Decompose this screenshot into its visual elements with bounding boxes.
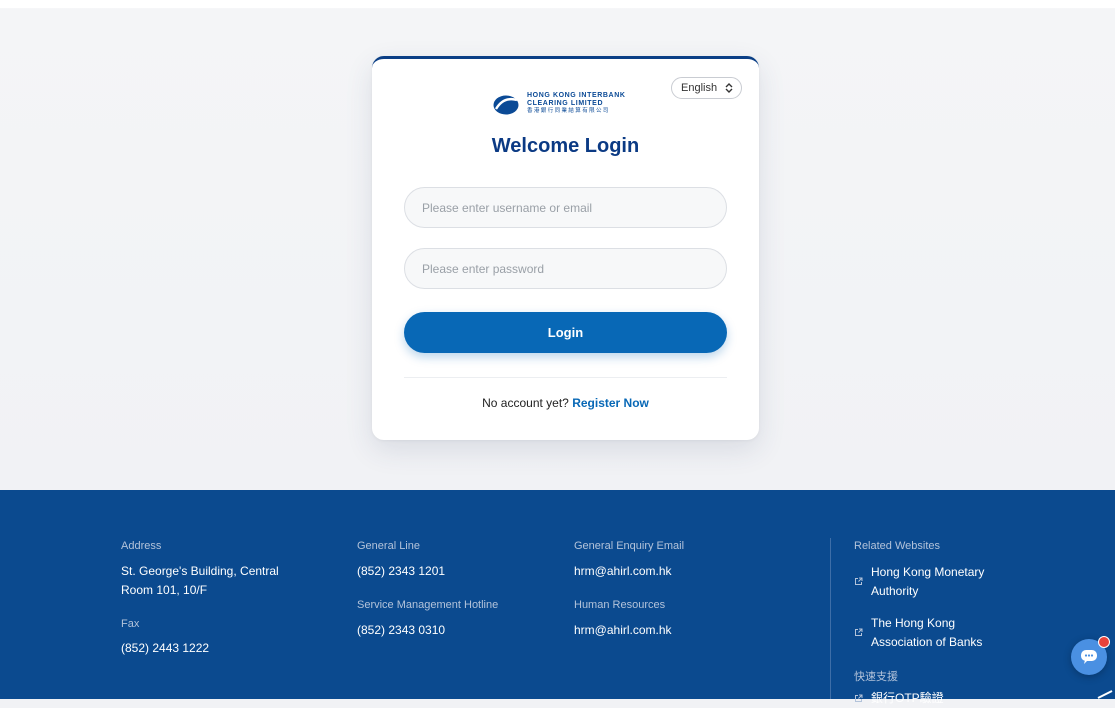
corner-arrow-icon <box>1097 690 1113 699</box>
external-link-icon <box>855 577 863 585</box>
notification-badge-icon <box>1098 636 1110 648</box>
related-link-hkab-line1: The Hong Kong <box>871 616 956 630</box>
quick-support-label: 快速支援 <box>854 671 898 683</box>
hotline-value: (852) 2343 0310 <box>357 623 446 637</box>
address-line-2: Room 101, 10/F <box>121 583 208 597</box>
page-title: Welcome Login <box>491 135 640 157</box>
logo-line-2: CLEARING LIMITED <box>527 100 604 107</box>
logo-text: HONG KONG INTERBANK CLEARING LIMITED 香港銀… <box>527 92 657 115</box>
hkicl-logo: HONG KONG INTERBANK CLEARING LIMITED 香港銀… <box>493 92 643 120</box>
no-account-text: No account yet? <box>482 396 569 410</box>
address-label: Address <box>121 540 162 552</box>
username-input[interactable] <box>404 187 727 228</box>
related-link-hkab-line2: Association of Banks <box>871 635 983 649</box>
enquiry-email-value[interactable]: hrm@ahirl.com.hk <box>574 562 672 581</box>
related-link-hkma-line1: Hong Kong Monetary <box>871 565 985 579</box>
login-button[interactable]: Login <box>404 312 727 353</box>
language-select-value: English <box>681 82 718 94</box>
fax-value: (852) 2443 1222 <box>121 641 210 655</box>
footer-divider <box>830 538 831 699</box>
register-prompt: No account yet? Register Now <box>372 396 759 410</box>
hotline-label: Service Management Hotline <box>357 599 499 611</box>
address-line-1: St. George's Building, Central <box>121 564 279 578</box>
general-line-value: (852) 2343 1201 <box>357 564 446 578</box>
login-card: HONG KONG INTERBANK CLEARING LIMITED 香港銀… <box>372 56 759 440</box>
chat-icon <box>1081 650 1097 664</box>
password-input[interactable] <box>404 248 727 289</box>
hr-value[interactable]: hrm@ahirl.com.hk <box>574 621 672 640</box>
chevron-updown-icon <box>725 83 733 93</box>
footer: Address St. George's Building, Central R… <box>0 490 1115 705</box>
hkicl-logo-icon <box>493 95 519 115</box>
related-websites-label: Related Websites <box>854 540 941 552</box>
related-link-hkma-line2: Authority <box>871 584 919 598</box>
external-link-icon <box>855 628 863 636</box>
related-link-hkma[interactable]: Hong Kong Monetary Authority <box>871 563 984 601</box>
enquiry-email-label: General Enquiry Email <box>574 540 685 552</box>
chat-button[interactable] <box>1071 636 1110 675</box>
logo-line-3: 香港銀行同業結算有限公司 <box>527 108 610 114</box>
register-link[interactable]: Register Now <box>572 396 649 410</box>
hr-label: Human Resources <box>574 599 666 611</box>
logo-line-1: HONG KONG INTERBANK <box>527 92 626 99</box>
fax-label: Fax <box>121 618 140 630</box>
language-select[interactable]: English <box>671 77 742 99</box>
related-link-hkab[interactable]: The Hong Kong Association of Banks <box>871 614 982 652</box>
divider <box>404 377 727 378</box>
top-strip <box>0 0 1115 8</box>
general-line-label: General Line <box>357 540 420 552</box>
